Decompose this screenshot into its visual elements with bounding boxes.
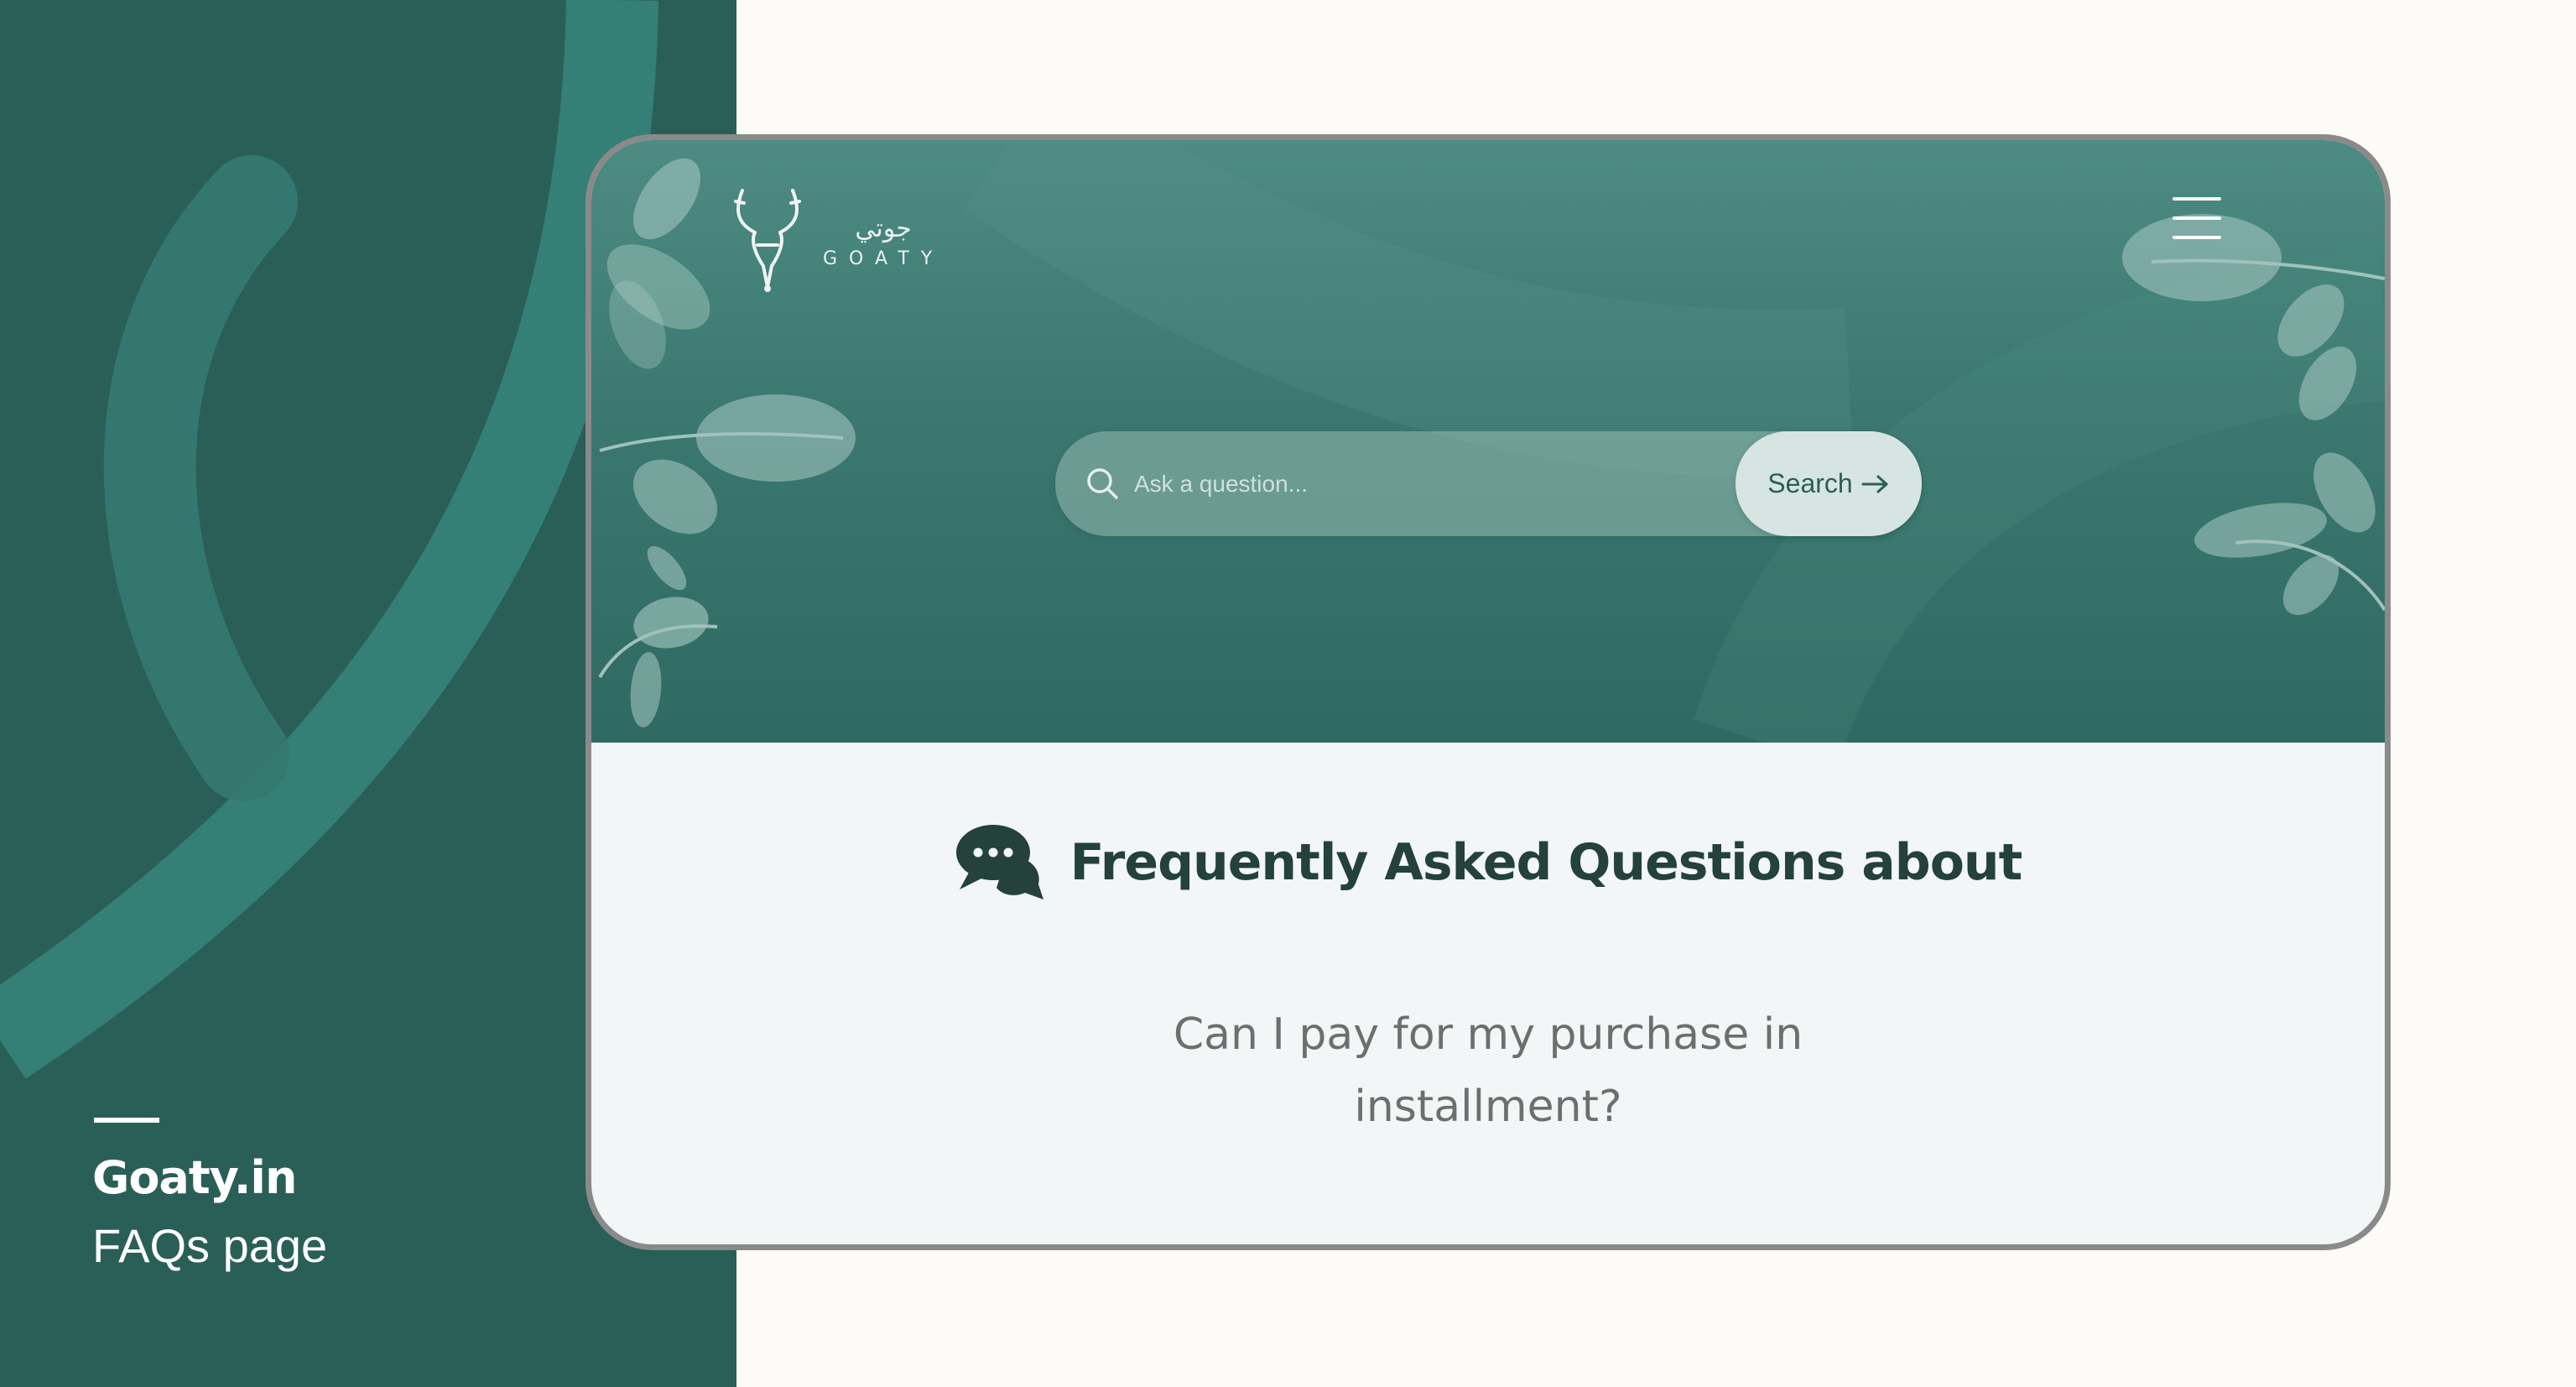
device-frame: جوتي GOATY Search — [585, 134, 2391, 1250]
side-title: Goaty.in — [92, 1151, 297, 1204]
hero-banner: جوتي GOATY Search — [591, 140, 2385, 743]
arrow-right-icon — [1861, 475, 1888, 493]
logo-wordmark: جوتي GOATY — [823, 213, 945, 269]
search-icon — [1087, 468, 1118, 499]
faq-heading: Frequently Asked Questions about — [591, 822, 2385, 903]
search-bar: Search — [1055, 431, 1922, 536]
logo-latin: GOATY — [823, 248, 945, 269]
logo-arabic: جوتي — [855, 213, 912, 243]
faq-heading-text: Frequently Asked Questions about — [1069, 833, 2023, 892]
deer-head-icon — [734, 189, 801, 292]
side-dash — [94, 1118, 159, 1123]
hamburger-menu-icon[interactable] — [2173, 197, 2221, 239]
search-button-label: Search — [1767, 468, 1853, 498]
menu-line — [2173, 197, 2221, 201]
faq-question-item[interactable]: Can I pay for my purchase in installment… — [1136, 999, 1840, 1143]
side-subtitle: FAQs page — [92, 1219, 328, 1272]
brand-logo[interactable]: جوتي GOATY — [726, 186, 944, 297]
chat-bubbles-icon — [955, 825, 1043, 899]
faq-section: Frequently Asked Questions about Can I p… — [591, 743, 2385, 1244]
search-input[interactable] — [1132, 456, 1723, 512]
menu-line — [2173, 236, 2221, 239]
search-button[interactable]: Search — [1736, 431, 1922, 536]
menu-line — [2173, 216, 2221, 220]
